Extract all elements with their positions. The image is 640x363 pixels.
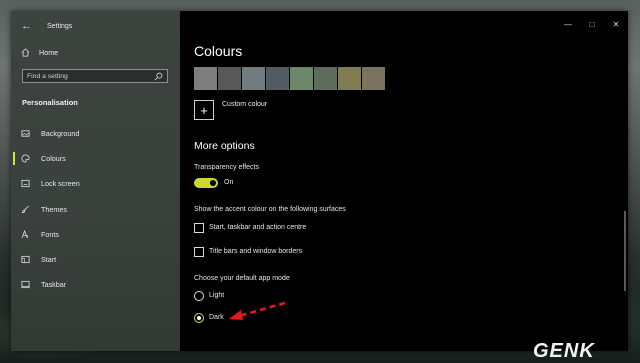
sidebar-item-start[interactable]: Start — [21, 255, 56, 264]
sidebar: ← Settings Home Find a setting Personali… — [11, 11, 180, 351]
checkbox-label: Title bars and window borders — [209, 248, 303, 255]
sidebar-item-background[interactable]: Background — [21, 129, 79, 138]
checkbox-label: Start, taskbar and action centre — [209, 224, 307, 231]
sidebar-item-label: Taskbar — [41, 280, 67, 289]
sidebar-item-colours[interactable]: Colours — [13, 152, 66, 165]
section-title: Personalisation — [22, 98, 78, 107]
transparency-label: Transparency effects — [194, 164, 259, 171]
more-options-heading: More options — [194, 140, 255, 152]
sidebar-item-fonts[interactable]: Fonts — [21, 230, 59, 239]
search-input[interactable]: Find a setting — [22, 69, 168, 83]
scrollbar[interactable] — [624, 211, 626, 291]
app-mode-label: Choose your default app mode — [194, 275, 290, 282]
accent-surfaces-label: Show the accent colour on the following … — [194, 206, 346, 213]
transparency-state: On — [224, 179, 234, 186]
custom-colour-button[interactable]: + Custom colour — [194, 100, 267, 120]
minimize-icon[interactable]: — — [556, 17, 580, 31]
colour-swatch[interactable] — [290, 67, 313, 90]
custom-colour-label: Custom colour — [222, 100, 268, 108]
window-title: Settings — [47, 22, 73, 30]
colour-swatch[interactable] — [362, 67, 385, 90]
sidebar-item-taskbar[interactable]: Taskbar — [21, 280, 66, 289]
colour-swatch[interactable] — [242, 67, 265, 90]
sidebar-item-label: Lock screen — [41, 179, 80, 188]
light-mode-radio[interactable] — [194, 291, 204, 301]
radio-label: Light — [209, 292, 225, 299]
colour-swatch[interactable] — [314, 67, 337, 90]
maximize-icon[interactable]: □ — [580, 17, 604, 31]
nav-home-label: Home — [39, 48, 59, 57]
colour-swatch[interactable] — [218, 67, 241, 90]
page-title: Colours — [194, 43, 243, 59]
home-icon — [21, 48, 30, 57]
sidebar-item-label: Fonts — [41, 230, 59, 239]
dark-mode-radio[interactable] — [194, 313, 204, 323]
font-icon — [21, 230, 28, 239]
image-icon — [21, 130, 30, 137]
transparency-toggle[interactable] — [194, 178, 218, 188]
settings-window: ← Settings Home Find a setting Personali… — [11, 11, 628, 351]
lock-screen-icon — [21, 179, 30, 188]
toggle-knob — [210, 180, 216, 186]
colour-swatches — [194, 67, 385, 90]
sidebar-item-label: Colours — [41, 154, 66, 163]
back-arrow-icon[interactable]: ← — [21, 20, 33, 32]
start-taskbar-checkbox[interactable] — [194, 223, 204, 233]
colour-swatch[interactable] — [338, 67, 361, 90]
colour-swatch[interactable] — [266, 67, 289, 90]
colour-swatch[interactable] — [194, 67, 217, 90]
sidebar-item-label: Background — [41, 129, 80, 138]
search-icon[interactable] — [154, 72, 163, 81]
search-placeholder: Find a setting — [27, 72, 68, 80]
close-icon[interactable]: ✕ — [604, 17, 628, 31]
title-bars-checkbox[interactable] — [194, 247, 204, 257]
brush-icon — [21, 205, 29, 214]
sidebar-item-label: Start — [41, 255, 57, 264]
sidebar-item-label: Themes — [41, 205, 67, 214]
sidebar-item-lock-screen[interactable]: Lock screen — [21, 179, 80, 188]
start-icon — [21, 255, 30, 264]
plus-icon: + — [194, 100, 214, 120]
taskbar-icon — [21, 280, 30, 289]
window-controls: — □ ✕ — [556, 17, 628, 31]
titlebar: ← Settings — [21, 19, 72, 33]
watermark-logo: GENK — [533, 340, 595, 362]
red-arrow-annotation — [229, 301, 286, 320]
nav-home[interactable]: Home — [21, 48, 58, 57]
radio-label: Dark — [209, 314, 224, 321]
sidebar-item-themes[interactable]: Themes — [21, 205, 67, 214]
palette-icon — [21, 154, 30, 163]
